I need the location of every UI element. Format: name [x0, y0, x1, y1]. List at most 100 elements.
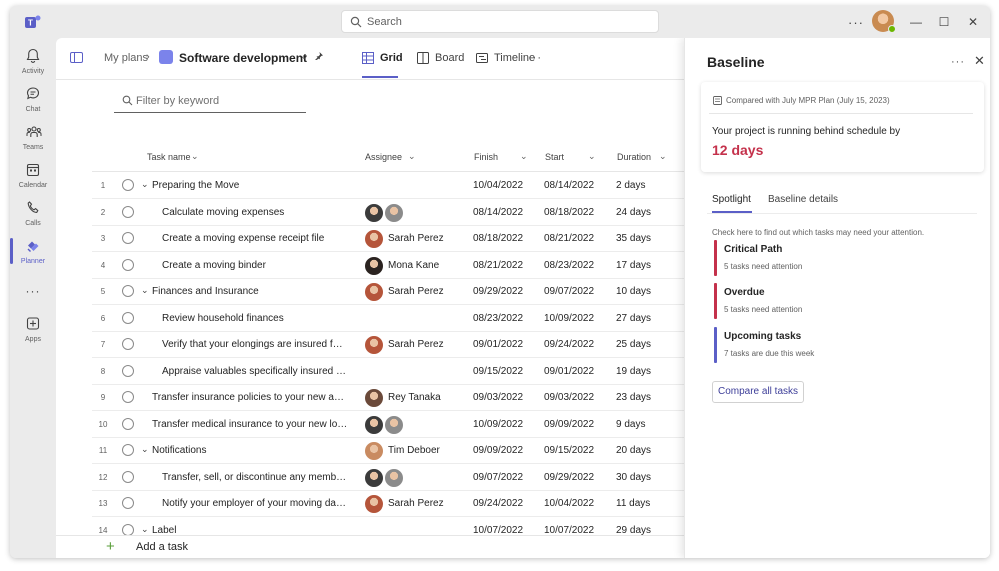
table-row[interactable]: 7 Verify that your elongings are insured … [92, 332, 712, 358]
duration-value[interactable]: 35 days [616, 233, 651, 244]
header-more-button[interactable]: ··· [528, 52, 542, 64]
table-row[interactable]: 5 ⌄ Finances and Insurance Sarah Perez 09/29… [92, 279, 712, 305]
start-date[interactable]: 10/09/2022 [544, 313, 594, 324]
start-date[interactable]: 10/04/2022 [544, 498, 594, 509]
rail-item-planner[interactable]: Planner [10, 236, 56, 272]
panel-more-button[interactable]: ··· [951, 56, 965, 68]
finish-date[interactable]: 08/23/2022 [473, 313, 523, 324]
rail-item-chat[interactable]: Chat [10, 84, 56, 120]
duration-value[interactable]: 20 days [616, 445, 651, 456]
task-name[interactable]: Preparing the Move [152, 180, 352, 191]
column-header-assignee[interactable]: Assignee ⌄ [365, 151, 416, 162]
plan-chevron-down-icon[interactable]: ⌄ [300, 51, 308, 62]
task-name[interactable]: Finances and Insurance [152, 286, 352, 297]
start-date[interactable]: 09/15/2022 [544, 445, 594, 456]
start-date[interactable]: 09/29/2022 [544, 472, 594, 483]
task-name[interactable]: Calculate moving expenses [162, 207, 348, 218]
task-name[interactable]: Create a moving expense receipt file [162, 233, 348, 244]
rail-item-activity[interactable]: Activity [10, 46, 56, 82]
titlebar-more-button[interactable]: ··· [848, 15, 864, 30]
finish-date[interactable]: 10/07/2022 [473, 525, 523, 536]
table-row[interactable]: 8 Appraise valuables specifically insured… [92, 359, 712, 385]
task-name[interactable]: Transfer, sell, or discontinue any membe… [162, 472, 348, 483]
column-header-start[interactable]: Start ⌄ [545, 151, 596, 162]
minimize-button[interactable]: — [908, 14, 924, 30]
complete-task-checkbox[interactable] [122, 338, 134, 350]
start-date[interactable]: 09/07/2022 [544, 286, 594, 297]
panel-close-button[interactable]: ✕ [974, 53, 985, 69]
duration-value[interactable]: 23 days [616, 392, 651, 403]
start-date[interactable]: 08/18/2022 [544, 207, 594, 218]
start-date[interactable]: 09/03/2022 [544, 392, 594, 403]
duration-value[interactable]: 10 days [616, 286, 651, 297]
task-name[interactable]: Notifications [152, 445, 352, 456]
rail-item-teams[interactable]: Teams [10, 122, 56, 158]
finish-date[interactable]: 09/24/2022 [473, 498, 523, 509]
complete-task-checkbox[interactable] [122, 232, 134, 244]
plan-title[interactable]: Software development [179, 51, 307, 65]
task-name[interactable]: Label [152, 525, 352, 536]
start-date[interactable]: 08/14/2022 [544, 180, 594, 191]
task-name[interactable]: Transfer insurance policies to your new … [152, 392, 348, 403]
start-date[interactable]: 09/01/2022 [544, 366, 594, 377]
task-name[interactable]: Notify your employer of your moving date… [162, 498, 348, 509]
toggle-pane-icon[interactable] [70, 52, 83, 63]
complete-task-checkbox[interactable] [122, 205, 134, 218]
duration-value[interactable]: 11 days [616, 498, 650, 509]
duration-value[interactable]: 24 days [616, 207, 651, 218]
table-row[interactable]: 1 ⌄ Preparing the Move 10/04/2022 08/14/2022… [92, 173, 712, 199]
start-date[interactable]: 08/21/2022 [544, 233, 594, 244]
rail-item-calls[interactable]: Calls [10, 198, 56, 234]
breadcrumb-my-plans[interactable]: My plans [104, 52, 148, 64]
add-task-button[interactable]: + Add a task [56, 535, 686, 558]
finish-date[interactable]: 10/09/2022 [473, 419, 523, 430]
complete-task-checkbox[interactable] [122, 391, 134, 403]
column-header-duration[interactable]: Duration ⌄ [617, 151, 667, 162]
tab-spotlight[interactable]: Spotlight [712, 194, 752, 213]
close-window-button[interactable]: ✕ [965, 14, 981, 30]
complete-task-checkbox[interactable] [122, 470, 134, 483]
duration-value[interactable]: 30 days [616, 472, 651, 483]
duration-value[interactable]: 29 days [616, 525, 651, 536]
table-row[interactable]: 12 Transfer, sell, or discontinue any mem… [92, 465, 712, 491]
expand-chevron-icon[interactable]: ⌄ [141, 524, 149, 535]
task-name[interactable]: Review household finances [162, 313, 348, 324]
duration-value[interactable]: 17 days [616, 260, 651, 271]
duration-value[interactable]: 25 days [616, 339, 651, 350]
spotlight-upcoming-tasks[interactable]: Upcoming tasks 7 tasks are due this week [714, 327, 914, 363]
finish-date[interactable]: 08/18/2022 [473, 233, 523, 244]
table-row[interactable]: 13 Notify your employer of your moving da… [92, 491, 712, 517]
finish-date[interactable]: 09/15/2022 [473, 366, 523, 377]
duration-value[interactable]: 19 days [616, 366, 651, 377]
duration-value[interactable]: 9 days [616, 419, 645, 430]
complete-task-checkbox[interactable] [122, 179, 134, 191]
table-row[interactable]: 6 Review household finances 08/23/2022 10/0… [92, 306, 712, 332]
expand-chevron-icon[interactable]: ⌄ [141, 444, 149, 455]
expand-chevron-icon[interactable]: ⌄ [141, 285, 149, 296]
finish-date[interactable]: 09/29/2022 [473, 286, 523, 297]
start-date[interactable]: 09/24/2022 [544, 339, 594, 350]
table-row[interactable]: 10 Transfer medical insurance to your new… [92, 412, 712, 438]
column-header-finish[interactable]: Finish ⌄ [474, 151, 528, 162]
complete-task-checkbox[interactable] [122, 444, 134, 456]
table-row[interactable]: 3 Create a moving expense receipt file Sar… [92, 226, 712, 252]
filter-input[interactable]: Filter by keyword [114, 91, 306, 113]
compare-all-tasks-button[interactable]: Compare all tasks [712, 381, 804, 403]
finish-date[interactable]: 08/14/2022 [473, 207, 523, 218]
finish-date[interactable]: 09/09/2022 [473, 445, 523, 456]
duration-value[interactable]: 2 days [616, 180, 645, 191]
task-name[interactable]: Verify that your elongings are insured f… [162, 339, 348, 350]
start-date[interactable]: 08/23/2022 [544, 260, 594, 271]
start-date[interactable]: 10/07/2022 [544, 525, 594, 536]
complete-task-checkbox[interactable] [122, 364, 134, 377]
finish-date[interactable]: 08/21/2022 [473, 260, 523, 271]
task-name[interactable]: Create a moving binder [162, 260, 348, 271]
task-name[interactable]: Transfer medical insurance to your new l… [152, 419, 348, 430]
rail-item-apps[interactable]: Apps [10, 314, 56, 350]
search-box[interactable]: Search [341, 10, 659, 33]
complete-task-checkbox[interactable] [122, 258, 134, 271]
column-header-task-name[interactable]: Task name ⌄ [147, 151, 199, 162]
complete-task-checkbox[interactable] [122, 311, 134, 324]
complete-task-checkbox[interactable] [122, 417, 134, 430]
finish-date[interactable]: 09/07/2022 [473, 472, 523, 483]
